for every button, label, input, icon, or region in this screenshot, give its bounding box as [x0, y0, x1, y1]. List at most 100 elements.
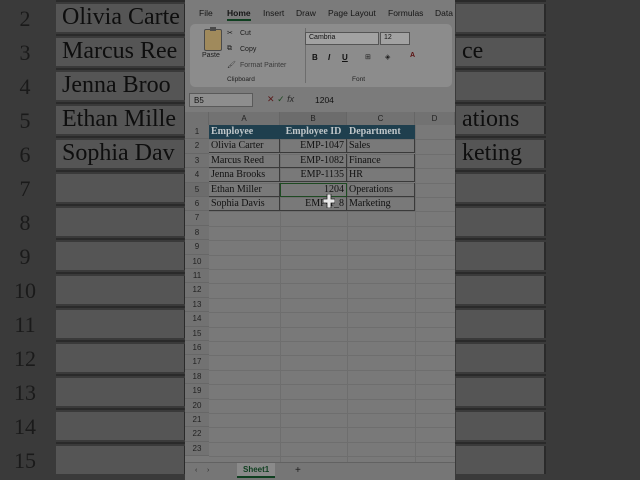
table-cell[interactable]: Olivia Carter — [209, 139, 280, 154]
background-row-number: 6 — [19, 142, 31, 167]
tab-formulas[interactable]: Formulas — [388, 8, 423, 18]
table-cell[interactable]: Jenna Brooks — [209, 168, 280, 183]
row-header[interactable]: 20 — [185, 398, 209, 413]
row-header[interactable]: 3 — [185, 153, 209, 169]
gridline — [415, 125, 416, 462]
paste-button[interactable]: Paste — [202, 52, 220, 59]
table-cell[interactable]: Marketing — [347, 197, 415, 211]
row-header[interactable]: 10 — [185, 254, 209, 269]
borders-icon[interactable]: ⊞ — [365, 53, 371, 61]
background-row-number: 5 — [19, 108, 31, 133]
table-cell[interactable]: EMP-1047 — [280, 139, 347, 154]
row-header[interactable]: 16 — [185, 341, 209, 356]
italic-button[interactable]: I — [328, 53, 330, 62]
table-cell[interactable]: Marcus Reed — [209, 153, 280, 168]
fill-color-icon[interactable]: ◈ — [385, 53, 390, 61]
row-header[interactable]: 19 — [185, 384, 209, 399]
gridline — [209, 297, 455, 299]
column-header-b[interactable]: B — [280, 112, 347, 125]
enter-icon[interactable]: ✓ — [277, 94, 285, 104]
table-cell[interactable]: EMP-1135 — [280, 168, 347, 183]
background-row-number: 2 — [19, 6, 31, 31]
row-header[interactable]: 22 — [185, 427, 209, 442]
background-cell: ations — [456, 106, 546, 134]
background-cell — [456, 208, 546, 236]
table-header-cell[interactable]: Department — [347, 125, 415, 139]
background-row-number: 14 — [14, 414, 36, 439]
background-row-number: 11 — [14, 312, 36, 337]
row-header[interactable]: 18 — [185, 369, 209, 385]
table-header-cell[interactable]: Employee ID — [280, 125, 347, 139]
sheet-tab-sheet1[interactable]: Sheet1 — [237, 463, 276, 478]
row-header[interactable]: 8 — [185, 225, 209, 241]
row-header[interactable]: 12 — [185, 283, 209, 298]
tab-data[interactable]: Data — [435, 8, 453, 18]
row-header[interactable]: 5 — [185, 182, 209, 197]
copy-icon[interactable]: ⧉ — [227, 45, 232, 53]
font-name-select[interactable]: Cambria — [305, 32, 379, 45]
formula-input[interactable]: 1204 — [315, 95, 334, 105]
cancel-icon[interactable]: ✕ — [267, 94, 275, 104]
bold-button[interactable]: B — [312, 53, 318, 62]
table-cell[interactable]: Sophia Davis — [209, 197, 280, 211]
add-sheet-button[interactable]: + — [295, 465, 301, 476]
table-cell[interactable]: EMP-1_8 — [280, 197, 347, 211]
table-cell[interactable]: Sales — [347, 139, 415, 154]
gridline — [209, 240, 455, 242]
table-cell[interactable]: HR — [347, 168, 415, 183]
gridline — [209, 283, 455, 285]
clipboard-group-label: Clipboard — [227, 76, 255, 83]
background-cell — [456, 412, 546, 440]
tab-insert[interactable]: Insert — [263, 8, 284, 18]
font-size-value: 12 — [384, 34, 392, 41]
row-header[interactable]: 21 — [185, 413, 209, 428]
row-header[interactable]: 17 — [185, 355, 209, 370]
row-header[interactable]: 15 — [185, 326, 209, 341]
tab-file[interactable]: File — [199, 8, 213, 18]
column-header-c[interactable]: C — [347, 112, 415, 125]
gridline — [209, 398, 455, 400]
scroll-right-icon[interactable]: › — [207, 467, 209, 474]
tab-home[interactable]: Home — [227, 8, 251, 21]
column-header-d[interactable]: D — [415, 112, 455, 125]
row-header[interactable]: 23 — [185, 441, 209, 457]
background-row-number: 4 — [19, 74, 31, 99]
table-header-cell[interactable]: Employee — [209, 125, 280, 139]
copy-button[interactable]: Copy — [240, 46, 256, 53]
scroll-left-icon[interactable]: ‹ — [195, 467, 197, 474]
row-header[interactable]: 9 — [185, 240, 209, 255]
tab-draw[interactable]: Draw — [296, 8, 316, 18]
table-cell[interactable]: Finance — [347, 153, 415, 168]
font-size-select[interactable]: 12 — [380, 32, 410, 45]
format-painter-icon[interactable]: 🖌 — [227, 61, 236, 69]
table-cell[interactable]: Operations — [347, 182, 415, 197]
row-header[interactable]: 13 — [185, 297, 209, 313]
row-header[interactable]: 4 — [185, 168, 209, 183]
row-header[interactable]: 7 — [185, 211, 209, 226]
row-header[interactable]: 2 — [185, 139, 209, 154]
paste-icon[interactable] — [204, 27, 222, 51]
format-painter-button[interactable]: Format Painter — [240, 62, 286, 69]
spreadsheet-grid[interactable]: A B C D 1 2 3 4 5 6 7 8 9 10 11 12 13 14 15 16 17 18 19 20 21 22 2… — [185, 112, 455, 462]
underline-button[interactable]: U — [342, 53, 348, 62]
table-cell[interactable]: EMP-1082 — [280, 153, 347, 168]
select-all-corner[interactable] — [185, 112, 209, 125]
background-cell — [56, 344, 186, 372]
cut-icon[interactable]: ✂ — [227, 29, 233, 37]
column-header-a[interactable]: A — [209, 112, 280, 125]
background-cell — [56, 208, 186, 236]
font-color-icon[interactable]: A — [410, 52, 415, 59]
background-cell: ce — [456, 38, 546, 66]
tab-page-layout[interactable]: Page Layout — [328, 8, 376, 18]
table-cell[interactable]: Ethan Miller — [209, 182, 280, 197]
row-header[interactable]: 6 — [185, 197, 209, 212]
ribbon-tabs: File Home Insert Draw Page Layout Formul… — [185, 0, 455, 26]
row-header[interactable]: 14 — [185, 312, 209, 327]
gridline — [209, 427, 455, 429]
insert-function-button[interactable]: fx — [287, 94, 294, 104]
cut-button[interactable]: Cut — [240, 30, 251, 37]
name-box[interactable]: B5 — [189, 93, 253, 107]
row-header[interactable]: 11 — [185, 269, 209, 284]
row-header[interactable]: 1 — [185, 125, 209, 140]
background-cell: keting — [456, 140, 546, 168]
